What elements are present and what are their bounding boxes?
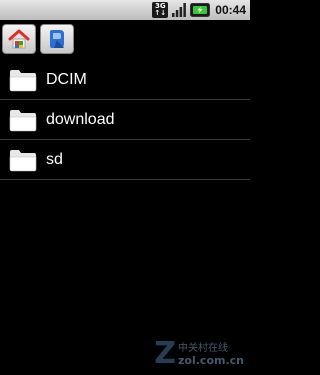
watermark: Z 中关村在线 zol.com.cn: [154, 339, 244, 369]
watermark-logo: Z: [154, 336, 177, 371]
file-list: DCIM download sd: [0, 60, 250, 180]
bookmark-button[interactable]: [40, 24, 74, 54]
file-name: sd: [46, 150, 63, 168]
signal-bars-icon: [171, 2, 187, 18]
folder-icon: [9, 149, 37, 171]
status-bar: 3G ↑↓ 00:44: [0, 0, 250, 20]
file-name: DCIM: [46, 70, 87, 88]
file-row-dcim[interactable]: DCIM: [0, 60, 250, 100]
network-badge-arrows: ↑↓: [154, 9, 167, 17]
screen: 3G ↑↓ 00:44 DCIM download sd Z 中关村在线 zol…: [0, 0, 250, 375]
file-name: download: [46, 110, 115, 128]
folder-icon: [9, 69, 37, 91]
file-row-sd[interactable]: sd: [0, 140, 250, 180]
battery-charging-icon: [190, 2, 211, 18]
status-clock: 00:44: [215, 3, 246, 17]
home-icon: [8, 29, 30, 49]
file-row-download[interactable]: download: [0, 100, 250, 140]
folder-icon: [9, 109, 37, 131]
watermark-domain: zol.com.cn: [178, 354, 244, 367]
bookmark-icon: [50, 30, 64, 48]
toolbar: [2, 24, 78, 54]
network-3g-icon: 3G ↑↓: [152, 2, 169, 18]
home-button[interactable]: [2, 24, 36, 54]
